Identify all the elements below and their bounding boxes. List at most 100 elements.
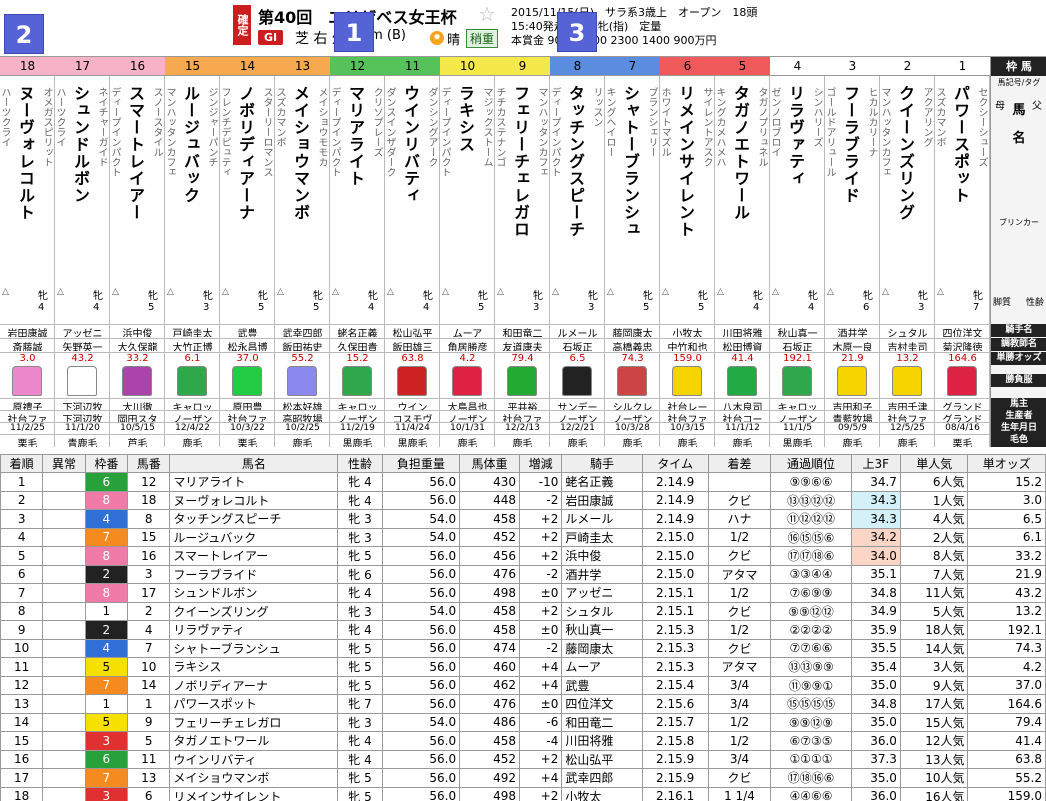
result-horse-name[interactable]: ルージュバック xyxy=(169,527,339,547)
result-horse-name[interactable]: スマートレイアー xyxy=(169,546,339,566)
result-horse-name[interactable]: ヌーヴォレコルト xyxy=(169,490,339,510)
result-cell[interactable]: ムーア xyxy=(561,657,643,677)
result-horse-name[interactable]: クイーンズリング xyxy=(169,601,339,621)
horse-name[interactable]: リラヴァティ xyxy=(787,85,807,285)
result-row[interactable]: 2 8 18 ヌーヴォレコルト牝 4 56.0 448 -2 岩田康誠 2.14.9 クビ ⑬⑬⑫⑫… xyxy=(0,490,1046,510)
result-cell[interactable]: 藤岡康太 xyxy=(561,638,643,658)
result-row[interactable]: 10 4 7 シャトーブランシュ牝 5 56.0 474 -2 藤岡康太 2.15.3 クビ ⑦⑦⑥… xyxy=(0,638,1046,658)
result-horse-name[interactable]: ウインリバティ xyxy=(169,749,339,769)
result-cell[interactable]: 秋山真一 xyxy=(561,620,643,640)
horse-column[interactable]: 13 スズカマンボ メイショウモモカ メイショウマンボ 牝5 武幸四郎 飯田祐史 55.2 松本… xyxy=(275,57,330,447)
horse-column[interactable]: 5 キングカメハメハ タガノプリュネル タガノエトワール 牝4 川田将雅 松田博資 41.4 八… xyxy=(715,57,770,447)
result-cell[interactable]: アッゼニ xyxy=(561,583,643,603)
horse-name[interactable]: ウインリバティ xyxy=(402,85,422,285)
horse-name[interactable]: リメインサイレント xyxy=(677,85,697,285)
result-horse-name[interactable]: フェリーチェレガロ xyxy=(169,712,339,732)
result-header-cell[interactable]: 異常 xyxy=(42,454,86,473)
horse-column[interactable]: 6 ホワイトマズル サイレントアスク リメインサイレント 牝5 小牧太 中竹和也 159.0 社… xyxy=(660,57,715,447)
horse-name[interactable]: マリアライト xyxy=(347,85,367,285)
horse-column[interactable]: 11 ダンスインザダーク ダンシングアーク ウインリバティ 牝4 松山弘平 飯田雄三 63.8… xyxy=(385,57,440,447)
horse-column[interactable]: 7 キングヘイロー ブランシェリー シャトーブランシュ 牝5 藤岡康太 高橋義忠 74.3 シル… xyxy=(605,57,660,447)
result-horse-name[interactable]: ラキシス xyxy=(169,657,339,677)
result-row[interactable]: 1 6 12 マリアライト牝 4 56.0 430 -10 蛯名正義 2.14.9 ⑨⑨⑥⑥ 34.… xyxy=(0,472,1046,492)
favorite-star-icon[interactable]: ☆ xyxy=(478,2,496,26)
result-horse-name[interactable]: タッチングスピーチ xyxy=(169,509,339,529)
horse-column[interactable]: 10 ディープインパクト マジックストーム ラキシス 牝5 ムーア 角居勝彦 4.2 大島昌也ノ… xyxy=(440,57,495,447)
result-row[interactable]: 12 7 14 ノボリディアーナ牝 5 56.0 462 +4 武豊 2.15.4 3/4 ⑪⑨⑨①… xyxy=(0,675,1046,695)
result-horse-name[interactable]: メイショウマンボ xyxy=(169,768,339,788)
result-cell[interactable]: ルメール xyxy=(561,509,643,529)
result-row[interactable]: 16 6 11 ウインリバティ牝 4 56.0 452 +2 松山弘平 2.15.9 3/4 ①①①… xyxy=(0,749,1046,769)
horse-column[interactable]: 14 フレンチデピュティ スターリーロマンス ノボリディアーナ 牝5 武豊 松永昌博 37.0… xyxy=(220,57,275,447)
result-cell[interactable]: 松山弘平 xyxy=(561,749,643,769)
result-cell[interactable]: 浜中俊 xyxy=(561,546,643,566)
horse-name[interactable]: スマートレイアー xyxy=(127,85,147,285)
result-header-cell[interactable]: 着差 xyxy=(707,454,772,473)
horse-column[interactable]: 12 ディープインパクト クリソプレーズ マリアライト 牝4 蛯名正義 久保田貴 15.2 キャ… xyxy=(330,57,385,447)
result-horse-name[interactable]: フーラブライド xyxy=(169,564,339,584)
result-cell[interactable]: 川田将雅 xyxy=(561,731,643,751)
horse-column[interactable]: 3 ゴールドアリュール ヒカルカリーナ フーラブライド 牝6 酒井学 木原一良 21.9 吉田和… xyxy=(825,57,880,447)
result-row[interactable]: 6 2 3 フーラブライド牝 6 56.0 476 -2 酒井学 2.15.0 アタマ ③③④④ 35… xyxy=(0,564,1046,584)
result-header-cell[interactable]: 馬体重 xyxy=(459,454,520,473)
result-row[interactable]: 9 2 4 リラヴァティ牝 4 56.0 458 ±0 秋山真一 2.15.3 1/2 ②②②② 35… xyxy=(0,620,1046,640)
horse-column[interactable]: 17 ハーツクライ ネイチャーガイド シュンドルボン 牝4 アッゼニ 矢野英一 43.2 下河辺… xyxy=(55,57,110,447)
result-header-cell[interactable]: 上3F xyxy=(850,454,901,473)
result-cell[interactable]: 酒井学 xyxy=(561,564,643,584)
horse-name[interactable]: フェリーチェレガロ xyxy=(512,85,532,285)
result-header-cell[interactable]: 通過順位 xyxy=(770,454,852,473)
result-header-cell[interactable]: 単オッズ xyxy=(967,454,1046,473)
result-row[interactable]: 4 7 15 ルージュバック牝 3 54.0 452 +2 戸崎圭太 2.15.0 1/2 ⑯⑮⑮⑥… xyxy=(0,527,1046,547)
horse-name[interactable]: クイーンズリング xyxy=(897,85,917,285)
horse-name[interactable]: ヌーヴォレコルト xyxy=(17,85,37,285)
horse-column[interactable]: 15 マンハッタンカフェ ジンジャーパンチ ルージュバック 牝3 戸崎圭太 大竹正博 6.1 キ… xyxy=(165,57,220,447)
result-header-cell[interactable]: 負担重量 xyxy=(381,454,461,473)
result-header-cell[interactable]: 枠番 xyxy=(84,454,129,473)
result-header-cell[interactable]: 着順 xyxy=(0,454,44,473)
result-header-cell[interactable]: 性齢 xyxy=(337,454,383,473)
result-horse-name[interactable]: リラヴァティ xyxy=(169,620,339,640)
horse-name[interactable]: ノボリディアーナ xyxy=(237,85,257,285)
result-header-cell[interactable]: 馬番 xyxy=(127,454,171,473)
result-cell[interactable]: 四位洋文 xyxy=(561,694,643,714)
result-cell[interactable]: 岩田康誠 xyxy=(561,490,643,510)
result-row[interactable]: 18 3 6 リメインサイレント牝 5 56.0 498 +2 小牧太 2.16.1 1 1/4 ④… xyxy=(0,786,1046,801)
horse-name[interactable]: ラキシス xyxy=(457,85,477,285)
horse-name[interactable]: シャトーブランシュ xyxy=(622,85,642,285)
result-cell[interactable]: 小牧太 xyxy=(561,786,643,801)
result-horse-name[interactable]: パワースポット xyxy=(169,694,339,714)
horse-column[interactable]: 4 ゼンノロブロイ シンハリーズ リラヴァティ 牝4 秋山真一 石坂正 192.1 キャロッ ノー… xyxy=(770,57,825,447)
horse-column[interactable]: 8 ディープインパクト リッスン タッチングスピーチ 牝3 ルメール 石坂正 6.5 サンデーノ… xyxy=(550,57,605,447)
horse-name[interactable]: タッチングスピーチ xyxy=(567,85,587,285)
result-cell[interactable]: 和田竜二 xyxy=(561,712,643,732)
result-row[interactable]: 15 3 5 タガノエトワール牝 4 56.0 458 -4 川田将雅 2.15.8 1/2 ⑥⑦③… xyxy=(0,731,1046,751)
result-cell[interactable]: 武幸四郎 xyxy=(561,768,643,788)
result-row[interactable]: 14 5 9 フェリーチェレガロ牝 3 54.0 486 -6 和田竜二 2.15.7 1/2 ⑨⑨… xyxy=(0,712,1046,732)
horse-name[interactable]: ルージュバック xyxy=(182,85,202,285)
horse-name[interactable]: シュンドルボン xyxy=(72,85,92,285)
result-header-cell[interactable]: 単人気 xyxy=(899,454,969,473)
result-row[interactable]: 13 1 1 パワースポット牝 7 56.0 476 ±0 四位洋文 2.15.6 3/4 ⑮⑮⑮⑮… xyxy=(0,694,1046,714)
result-row[interactable]: 8 1 2 クイーンズリング牝 3 54.0 458 +2 シュタル 2.15.1 クビ ⑨⑨⑫⑫ 3… xyxy=(0,601,1046,621)
result-cell[interactable]: 武豊 xyxy=(561,675,643,695)
result-row[interactable]: 17 7 13 メイショウマンボ牝 5 56.0 492 +4 武幸四郎 2.15.9 クビ ⑰⑱⑯… xyxy=(0,768,1046,788)
horse-name[interactable]: パワースポット xyxy=(952,85,972,285)
result-header-cell[interactable]: タイム xyxy=(641,454,709,473)
result-row[interactable]: 5 8 16 スマートレイアー牝 5 56.0 456 +2 浜中俊 2.15.0 クビ ⑰⑰⑱⑥ 3… xyxy=(0,546,1046,566)
horse-column[interactable]: 9 チチカステナンゴ マンハッタンカフェ フェリーチェレガロ 牝3 和田竜二 友道康夫 79.… xyxy=(495,57,550,447)
horse-column[interactable]: 1 スズカマンボ セクシーシューズ パワースポット 牝7 四位洋文 菊沢隆徳 164.6 グラン… xyxy=(935,57,990,447)
result-row[interactable]: 3 4 8 タッチングスピーチ牝 3 54.0 458 +2 ルメール 2.14.9 ハナ ⑪⑫⑫⑫… xyxy=(0,509,1046,529)
result-header-cell[interactable]: 騎手 xyxy=(561,454,643,473)
horse-column[interactable]: 18 ハーツクライ オメガスピリット ヌーヴォレコルト 牝4 岩田康誠 斎藤誠 3.0 原禮子社… xyxy=(0,57,55,447)
result-horse-name[interactable]: シュンドルボン xyxy=(169,583,339,603)
result-horse-name[interactable]: ノボリディアーナ xyxy=(169,675,339,695)
horse-column[interactable]: 16 ディープインパクト スノースタイル スマートレイアー 牝5 浜中俊 大久保龍 33.2 大… xyxy=(110,57,165,447)
result-header-cell[interactable]: 馬名 xyxy=(169,454,339,473)
result-horse-name[interactable]: リメインサイレント xyxy=(169,786,339,801)
result-cell[interactable]: シュタル xyxy=(561,601,643,621)
result-header-cell[interactable]: 増減 xyxy=(518,454,563,473)
result-horse-name[interactable]: タガノエトワール xyxy=(169,731,339,751)
horse-name[interactable]: タガノエトワール xyxy=(732,85,752,285)
result-cell[interactable]: 蛯名正義 xyxy=(561,472,643,492)
horse-name[interactable]: フーラブライド xyxy=(842,85,862,285)
